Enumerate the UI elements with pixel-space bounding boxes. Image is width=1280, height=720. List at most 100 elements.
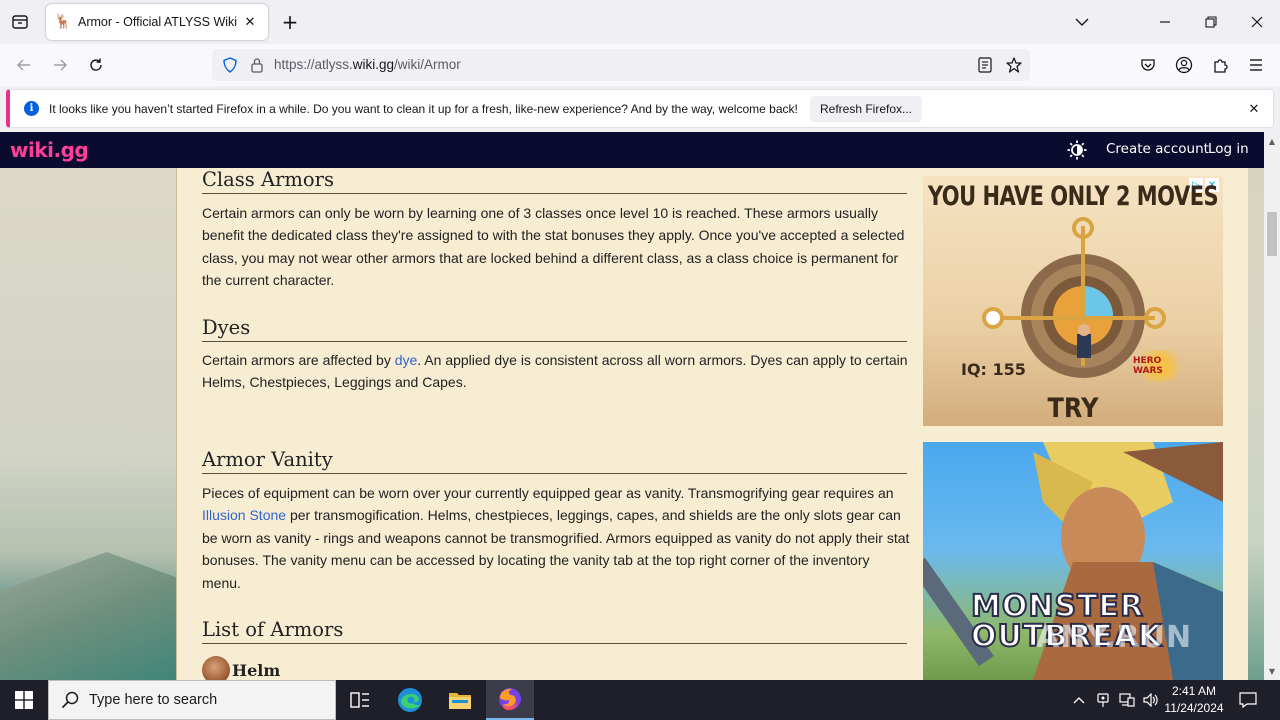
tab-close-icon[interactable]: ✕ bbox=[240, 12, 260, 32]
app-menu-button[interactable] bbox=[1242, 51, 1270, 79]
bookmark-star-icon[interactable] bbox=[1006, 57, 1022, 73]
url-bar[interactable]: https://atlyss.wiki.gg/wiki/Armor bbox=[212, 49, 1030, 81]
tab-bar: 🦌 Armor - Official ATLYSS Wiki ✕ + bbox=[0, 0, 1280, 44]
ad-cta[interactable]: TRY bbox=[923, 393, 1223, 424]
volume-button[interactable] bbox=[1140, 680, 1162, 720]
ad-headline: YOU HAVE ONLY 2 MOVES bbox=[927, 181, 1219, 211]
taskbar-search-box[interactable]: Type here to search bbox=[48, 680, 336, 720]
notification-icon bbox=[1239, 692, 1257, 708]
vanity-text-before: Pieces of equipment can be worn over you… bbox=[202, 485, 894, 501]
windows-taskbar: Type here to search 2:41 AM 11/24/2024 bbox=[0, 680, 1280, 720]
refresh-firefox-button[interactable]: Refresh Firefox... bbox=[810, 96, 922, 122]
theme-toggle-icon[interactable] bbox=[1067, 140, 1087, 160]
notification-message: It looks like you haven’t started Firefo… bbox=[49, 101, 798, 116]
article-content-area: Class Armors Certain armors can only be … bbox=[176, 168, 1248, 680]
dye-link[interactable]: dye bbox=[395, 352, 418, 368]
tab-title: Armor - Official ATLYSS Wiki bbox=[78, 15, 238, 29]
minimize-button[interactable] bbox=[1150, 8, 1180, 36]
url-path: /wiki/Armor bbox=[394, 57, 461, 72]
taskbar-clock[interactable]: 2:41 AM 11/24/2024 bbox=[1160, 683, 1228, 717]
action-center-button[interactable] bbox=[1232, 680, 1264, 720]
firefox-taskbar-button[interactable] bbox=[486, 680, 534, 720]
section-heading-dyes: Dyes bbox=[202, 316, 907, 342]
page-scrollbar[interactable]: ▲ ▼ bbox=[1264, 132, 1280, 680]
chevron-up-icon bbox=[1073, 697, 1085, 704]
tab-list-icon bbox=[12, 15, 28, 29]
puzzle-piece-icon bbox=[1214, 59, 1228, 73]
illusion-stone-link[interactable]: Illusion Stone bbox=[202, 507, 286, 523]
new-tab-button[interactable]: + bbox=[278, 10, 302, 34]
section-heading-list-of-armors: List of Armors bbox=[202, 618, 907, 644]
arrow-left-icon bbox=[17, 59, 30, 71]
ad-title-line1: MONSTER bbox=[970, 589, 1145, 624]
helm-label: Helm bbox=[232, 660, 281, 680]
show-hidden-icons-button[interactable] bbox=[1068, 680, 1090, 720]
section-heading-class-armors: Class Armors bbox=[202, 168, 907, 194]
url-host: wiki.gg bbox=[352, 57, 395, 72]
url-prefix: https://atlyss. bbox=[274, 57, 353, 72]
refresh-firefox-notification: i It looks like you haven’t started Fire… bbox=[6, 89, 1274, 128]
search-icon bbox=[61, 691, 79, 709]
armor-vanity-paragraph: Pieces of equipment can be worn over you… bbox=[202, 482, 910, 594]
hamburger-menu-icon bbox=[1250, 59, 1262, 71]
tab-armor[interactable]: 🦌 Armor - Official ATLYSS Wiki ✕ bbox=[46, 4, 268, 40]
scroll-down-icon[interactable]: ▼ bbox=[1267, 666, 1277, 676]
advertisement-hero-wars[interactable]: ▷ ✕ YOU HAVE ONLY 2 MOVES IQ: 155 HERO W… bbox=[923, 176, 1223, 426]
hero-wars-logo: HERO WARS bbox=[1133, 350, 1187, 382]
meet-now-button[interactable] bbox=[1092, 680, 1114, 720]
arrow-right-icon bbox=[54, 59, 67, 71]
account-icon bbox=[1175, 56, 1193, 74]
network-button[interactable] bbox=[1116, 680, 1138, 720]
class-armors-paragraph: Certain armors can only be worn by learn… bbox=[202, 205, 905, 289]
edge-taskbar-button[interactable] bbox=[386, 680, 434, 720]
forward-button[interactable] bbox=[46, 51, 74, 79]
file-explorer-taskbar-button[interactable] bbox=[436, 680, 484, 720]
tracking-protection-shield-icon[interactable] bbox=[222, 57, 238, 73]
firefox-icon bbox=[499, 688, 521, 711]
create-account-link[interactable]: Create account bbox=[1106, 141, 1209, 157]
speaker-icon bbox=[1143, 693, 1158, 707]
info-icon: i bbox=[24, 101, 39, 116]
log-in-link[interactable]: Log in bbox=[1208, 141, 1249, 157]
restore-button[interactable] bbox=[1196, 8, 1226, 36]
close-icon bbox=[1251, 16, 1263, 28]
atlyss-favicon-icon: 🦌 bbox=[54, 14, 72, 30]
clock-time: 2:41 AM bbox=[1171, 684, 1217, 698]
subheading-helm: Helm bbox=[202, 656, 280, 680]
back-button[interactable] bbox=[10, 51, 38, 79]
anyrun-watermark: ANY.RUN bbox=[1036, 620, 1193, 655]
pocket-icon bbox=[1141, 59, 1155, 71]
reader-view-icon[interactable] bbox=[978, 57, 992, 73]
restore-icon bbox=[1205, 16, 1217, 28]
scrollbar-thumb[interactable] bbox=[1267, 212, 1277, 256]
minimize-icon bbox=[1160, 21, 1170, 23]
ad-iq-text: IQ: 155 bbox=[961, 360, 1026, 379]
url-text[interactable]: https://atlyss.wiki.gg/wiki/Armor bbox=[274, 57, 461, 72]
wiki-gg-logo[interactable]: wiki.gg bbox=[10, 138, 89, 162]
network-icon bbox=[1119, 693, 1135, 707]
start-button[interactable] bbox=[0, 680, 48, 720]
page-viewport: wiki.gg Create account Log in Class Armo… bbox=[0, 132, 1264, 680]
edge-icon bbox=[398, 688, 422, 712]
helm-icon bbox=[202, 656, 230, 680]
reload-icon bbox=[90, 58, 102, 71]
scroll-up-icon[interactable]: ▲ bbox=[1267, 136, 1277, 146]
folder-icon bbox=[449, 693, 471, 709]
tab-list-button[interactable] bbox=[6, 8, 34, 36]
lock-icon[interactable] bbox=[250, 57, 264, 73]
account-button[interactable] bbox=[1170, 51, 1198, 79]
navigation-toolbar: https://atlyss.wiki.gg/wiki/Armor bbox=[0, 44, 1280, 86]
list-all-tabs-button[interactable] bbox=[1067, 8, 1097, 36]
reload-button[interactable] bbox=[82, 51, 110, 79]
clock-date: 11/24/2024 bbox=[1164, 701, 1224, 715]
search-placeholder: Type here to search bbox=[89, 692, 218, 708]
vanity-text-after: per transmogification. Helms, chestpiece… bbox=[202, 507, 910, 591]
task-view-button[interactable] bbox=[336, 680, 384, 720]
close-notification-icon[interactable]: ✕ bbox=[1245, 100, 1263, 118]
pocket-button[interactable] bbox=[1134, 51, 1162, 79]
extensions-button[interactable] bbox=[1206, 51, 1234, 79]
windows-logo-icon bbox=[15, 691, 33, 709]
usb-device-icon bbox=[1097, 693, 1109, 707]
dyes-text-before: Certain armors are affected by bbox=[202, 352, 395, 368]
close-window-button[interactable] bbox=[1242, 8, 1272, 36]
